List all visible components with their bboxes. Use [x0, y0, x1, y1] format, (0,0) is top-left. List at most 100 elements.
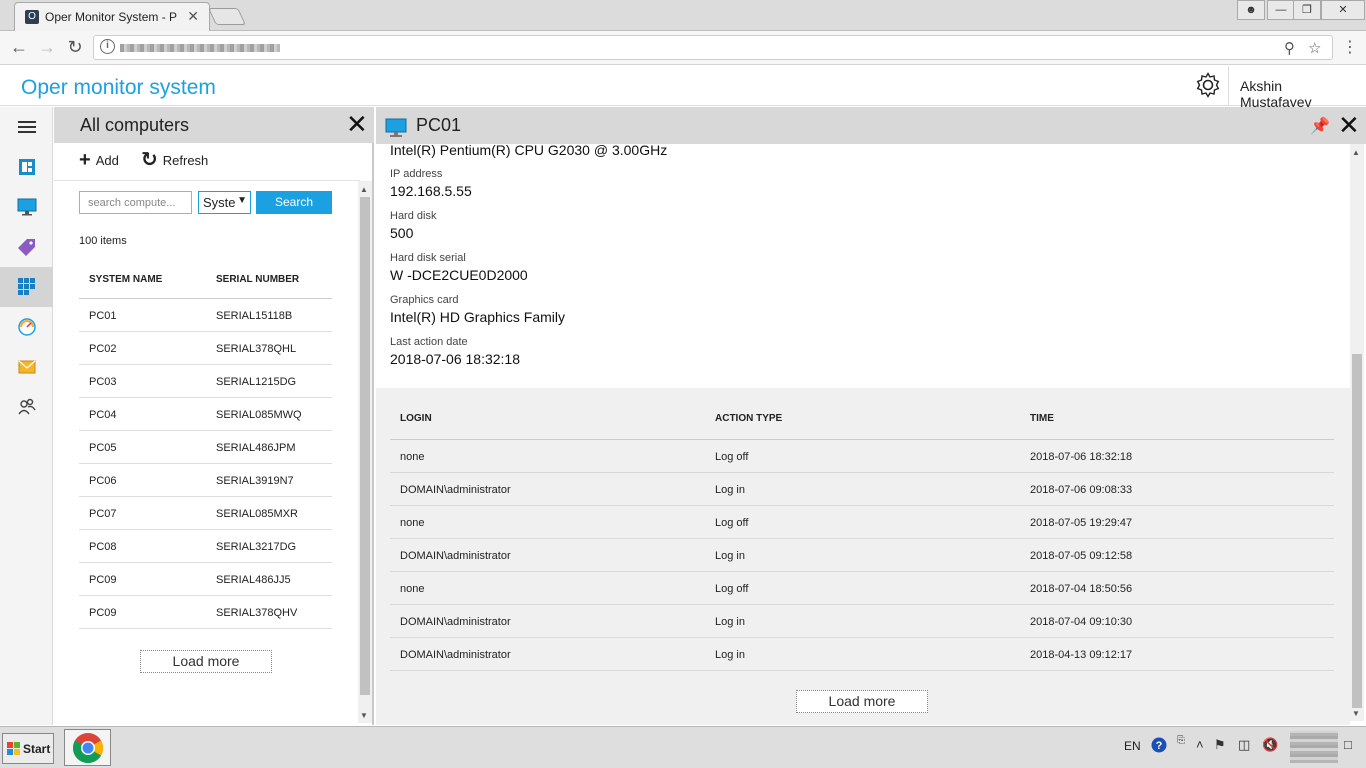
- forward-arrow-icon[interactable]: →: [36, 37, 58, 58]
- new-tab-button[interactable]: [208, 8, 246, 25]
- address-bar[interactable]: i ⚲ ☆: [93, 35, 1333, 60]
- computer-system-name: PC09: [89, 607, 117, 619]
- action-log-row[interactable]: DOMAIN\administrator Log in 2018-07-06 09:…: [390, 473, 1334, 506]
- os-taskbar: Start EN ? ⎘ ˄ ⚑ ◫ 🔇 □: [0, 726, 1366, 768]
- language-indicator[interactable]: EN: [1124, 739, 1141, 753]
- add-button[interactable]: + Add: [79, 150, 119, 170]
- log-login: DOMAIN\administrator: [400, 649, 511, 661]
- column-header-serial-number[interactable]: SERIAL NUMBER: [216, 274, 299, 285]
- computers-scrollbar[interactable]: ▲ ▼: [358, 181, 372, 723]
- filter-select[interactable]: Syste ▼: [198, 191, 251, 214]
- computer-table-row[interactable]: PC02 SERIAL378QHL: [79, 332, 332, 365]
- log-login: none: [400, 517, 425, 529]
- filter-select-value: Syste: [203, 195, 236, 210]
- column-header-system-name[interactable]: SYSTEM NAME: [89, 274, 162, 285]
- close-panel-icon[interactable]: ✕: [346, 111, 368, 137]
- mail-icon[interactable]: [0, 347, 53, 387]
- action-log-row[interactable]: none Log off 2018-07-05 19:29:47: [390, 506, 1334, 539]
- monitor-icon[interactable]: [0, 187, 53, 227]
- site-info-icon[interactable]: i: [100, 39, 115, 54]
- settings-gear-icon[interactable]: [1194, 71, 1222, 99]
- show-hidden-icons-icon[interactable]: ˄: [1196, 737, 1204, 752]
- windows-grid-icon[interactable]: [0, 267, 53, 307]
- close-detail-icon[interactable]: ✕: [1338, 112, 1360, 138]
- scroll-up-arrow-icon[interactable]: ▲: [360, 185, 368, 194]
- computers-panel-header: All computers ✕: [54, 107, 374, 143]
- start-button[interactable]: Start: [2, 733, 54, 764]
- column-header-login[interactable]: LOGIN: [400, 413, 432, 424]
- close-window-button[interactable]: ✕: [1321, 0, 1365, 20]
- volume-muted-icon[interactable]: 🔇: [1262, 737, 1278, 753]
- log-time: 2018-07-05 19:29:47: [1030, 517, 1133, 529]
- detail-field-label: IP address: [390, 168, 443, 180]
- computer-table-row[interactable]: PC09 SERIAL378QHV: [79, 596, 332, 629]
- key-icon[interactable]: ⚲: [1284, 39, 1295, 57]
- refresh-icon: ↻: [141, 149, 158, 171]
- computer-table-row[interactable]: PC01 SERIAL15118B: [79, 299, 332, 332]
- log-login: none: [400, 451, 425, 463]
- keyboard-layout-icon[interactable]: ⎘: [1177, 735, 1185, 746]
- browser-tab[interactable]: O Oper Monitor System - Port ✕: [14, 2, 210, 31]
- bookmark-star-icon[interactable]: ☆: [1308, 39, 1321, 57]
- action-log-row[interactable]: DOMAIN\administrator Log in 2018-04-13 09:…: [390, 638, 1334, 671]
- search-button[interactable]: Search: [256, 191, 332, 214]
- scroll-up-arrow-icon[interactable]: ▲: [1352, 148, 1360, 157]
- column-header-action-type[interactable]: ACTION TYPE: [715, 413, 782, 424]
- computer-serial-number: SERIAL378QHL: [216, 343, 297, 355]
- pin-icon[interactable]: 📌: [1310, 116, 1330, 136]
- scrollbar-thumb[interactable]: [1352, 354, 1362, 708]
- action-log-row[interactable]: none Log off 2018-07-04 18:50:56: [390, 572, 1334, 605]
- computer-serial-number: SERIAL085MXR: [216, 508, 298, 520]
- log-action-type: Log in: [715, 484, 745, 496]
- log-action-type: Log in: [715, 649, 745, 661]
- action-center-flag-icon[interactable]: ⚑: [1214, 737, 1226, 753]
- detail-field-label: Hard disk serial: [390, 252, 466, 264]
- computer-table-row[interactable]: PC08 SERIAL3217DG: [79, 530, 332, 563]
- minimize-button[interactable]: —: [1267, 0, 1295, 20]
- computer-table-row[interactable]: PC06 SERIAL3919N7: [79, 464, 332, 497]
- computer-table-row[interactable]: PC04 SERIAL085MWQ: [79, 398, 332, 431]
- tag-icon[interactable]: [0, 227, 53, 267]
- computers-table-header: SYSTEM NAME SERIAL NUMBER: [79, 263, 332, 299]
- log-action-type: Log off: [715, 517, 749, 529]
- chrome-taskbar-button[interactable]: [64, 729, 111, 766]
- restore-button[interactable]: ❐: [1293, 0, 1321, 20]
- profile-icon[interactable]: ☻: [1237, 0, 1265, 20]
- computer-table-row[interactable]: PC07 SERIAL085MXR: [79, 497, 332, 530]
- computer-table-row[interactable]: PC09 SERIAL486JJ5: [79, 563, 332, 596]
- browser-menu-icon[interactable]: ⋮: [1342, 37, 1358, 57]
- computer-table-row[interactable]: PC03 SERIAL1215DG: [79, 365, 332, 398]
- computer-serial-number: SERIAL378QHV: [216, 607, 298, 619]
- load-more-log-button[interactable]: Load more: [796, 690, 928, 713]
- computer-system-name: PC04: [89, 409, 117, 421]
- reload-icon[interactable]: ↻: [64, 37, 86, 58]
- search-input[interactable]: [79, 191, 192, 214]
- start-label: Start: [23, 742, 51, 756]
- column-header-time[interactable]: TIME: [1030, 413, 1054, 424]
- scroll-down-arrow-icon[interactable]: ▼: [360, 711, 368, 720]
- app-header: Oper monitor system Akshin Mustafayev: [0, 66, 1366, 110]
- left-nav: [0, 107, 53, 725]
- detail-scrollbar[interactable]: ▲ ▼: [1350, 144, 1364, 721]
- action-log-row[interactable]: DOMAIN\administrator Log in 2018-07-05 09:…: [390, 539, 1334, 572]
- computer-serial-number: SERIAL3217DG: [216, 541, 297, 553]
- tab-close-icon[interactable]: ✕: [187, 8, 199, 25]
- dashboard-icon[interactable]: [0, 147, 53, 187]
- refresh-button[interactable]: ↻ Refresh: [141, 149, 208, 171]
- help-icon[interactable]: ?: [1151, 737, 1167, 756]
- speedometer-icon[interactable]: [0, 307, 53, 347]
- load-more-computers-button[interactable]: Load more: [140, 650, 272, 673]
- clock-redacted[interactable]: [1290, 731, 1338, 763]
- action-log-row[interactable]: none Log off 2018-07-06 18:32:18: [390, 440, 1334, 473]
- computer-table-row[interactable]: PC05 SERIAL486JPM: [79, 431, 332, 464]
- log-action-type: Log off: [715, 451, 749, 463]
- show-desktop-icon[interactable]: □: [1344, 737, 1352, 752]
- users-icon[interactable]: [0, 387, 53, 427]
- scroll-down-arrow-icon[interactable]: ▼: [1352, 709, 1360, 718]
- action-log-row[interactable]: DOMAIN\administrator Log in 2018-07-04 09:…: [390, 605, 1334, 638]
- hamburger-menu-icon[interactable]: [0, 107, 53, 147]
- back-arrow-icon[interactable]: ←: [8, 37, 30, 58]
- network-icon[interactable]: ◫: [1238, 737, 1250, 753]
- user-name[interactable]: Akshin Mustafayev: [1228, 66, 1366, 110]
- scrollbar-thumb[interactable]: [360, 197, 370, 695]
